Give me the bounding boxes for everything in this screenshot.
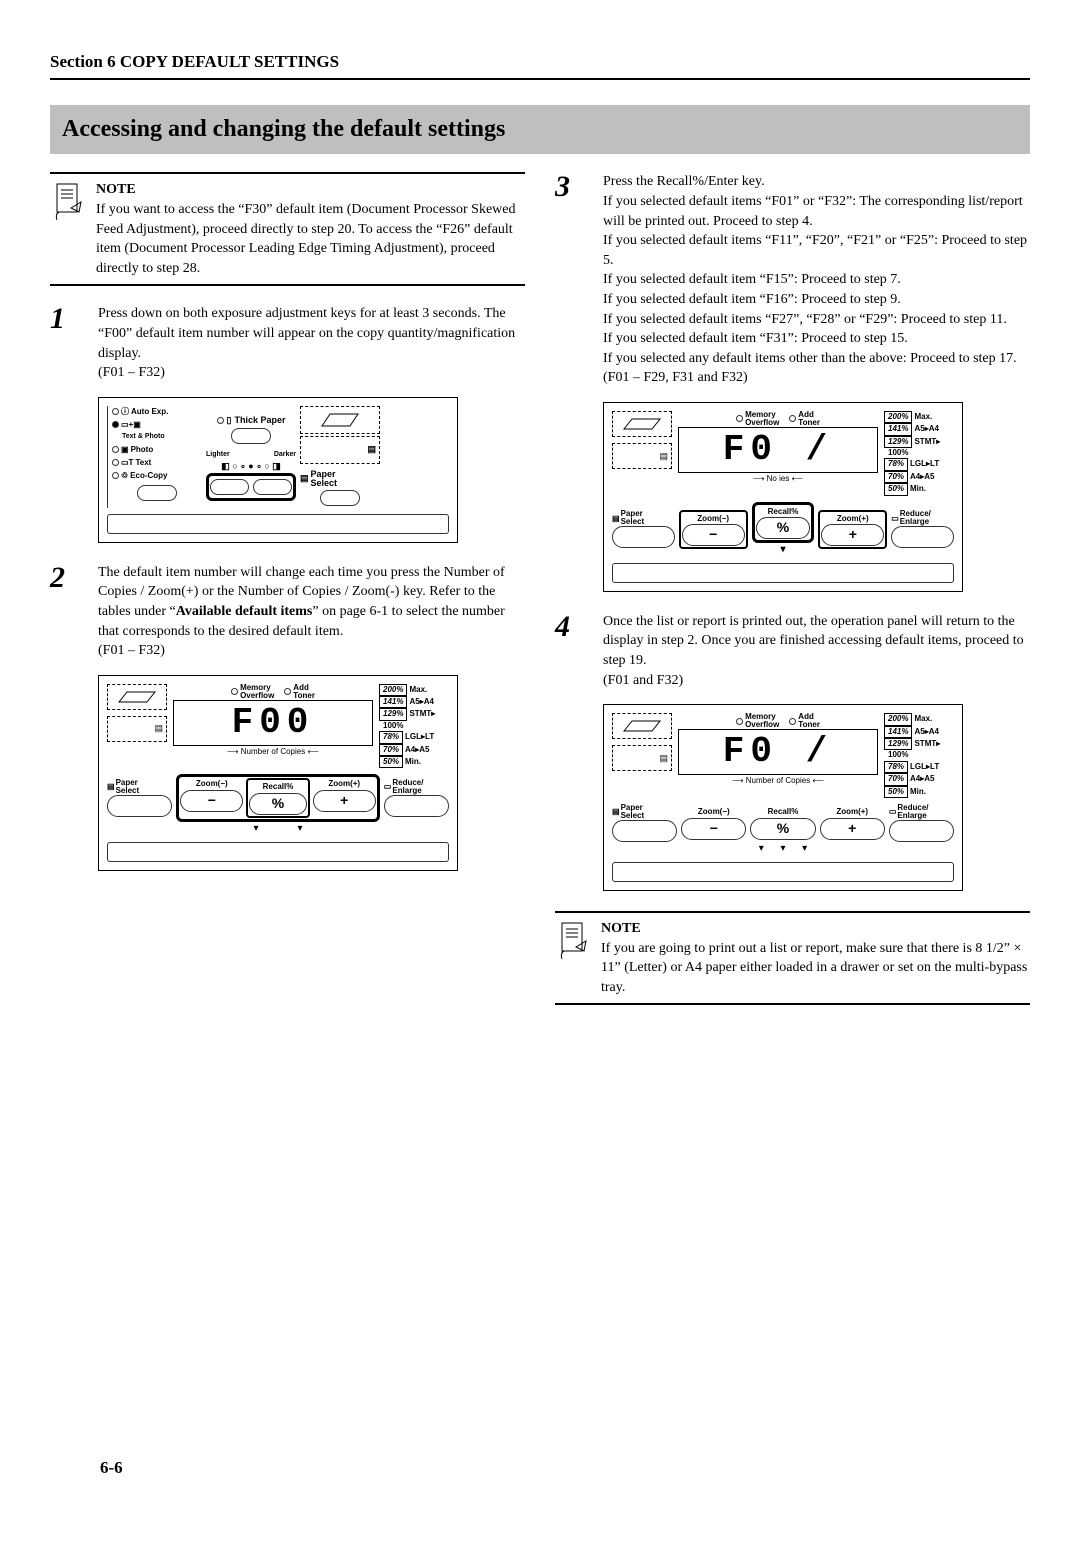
mode-photo: Photo: [131, 444, 154, 455]
section-header: Section 6 COPY DEFAULT SETTINGS: [50, 50, 1030, 80]
btn-zoom-minus: Zoom(−): [681, 806, 746, 817]
panel-illustration-3: ▤ Memory Overflow Add Toner F0 / ⟶ No ie…: [603, 402, 963, 592]
zoom-129: 129%: [379, 708, 407, 720]
panel-illustration-4: ▤ Memory Overflow Add Toner F0 / ⟶ Numbe…: [603, 704, 963, 891]
note-block-1: NOTE If you want to access the “F30” def…: [50, 172, 525, 286]
step-text-bold: Available default items: [176, 604, 313, 619]
s3l1: If you selected default items “F01” or “…: [603, 192, 1030, 231]
step-2: 2 The default item number will change ea…: [50, 563, 525, 661]
note-label: NOTE: [601, 919, 1030, 939]
step-1: 1 Press down on both exposure adjustment…: [50, 304, 525, 382]
step-text: Once the list or report is printed out, …: [603, 614, 1024, 668]
mode-text: Text: [135, 457, 151, 468]
lcd-display: F0 /: [678, 729, 878, 775]
zoom-min: Min.: [405, 757, 421, 766]
mode-textphoto: Text & Photo: [122, 432, 165, 442]
page-title: Accessing and changing the default setti…: [50, 105, 1030, 155]
step-number: 4: [555, 612, 585, 690]
step-text: Press down on both exposure adjustment k…: [98, 306, 515, 360]
btn-zoom-minus: Zoom(−): [682, 513, 745, 524]
note-text: If you want to access the “F30” default …: [96, 200, 525, 278]
note-block-2: NOTE If you are going to print out a lis…: [555, 911, 1030, 1005]
step-number: 2: [50, 563, 80, 661]
left-column: NOTE If you want to access the “F30” def…: [50, 172, 525, 1023]
panel-divider: [107, 514, 449, 534]
s3l5: If you selected default items “F27”, “F2…: [603, 310, 1030, 330]
s3l0: Press the Recall%/Enter key.: [603, 172, 1030, 192]
s3l7: If you selected any default items other …: [603, 349, 1030, 369]
zoom-50: 50%: [379, 756, 403, 768]
btn-zoom-plus: Zoom(+): [313, 778, 376, 789]
zoom-78: 78%: [379, 731, 403, 743]
btn-recall: Recall%: [756, 506, 811, 517]
paper-select-label: Paper Select: [311, 470, 338, 488]
page-number: 6-6: [100, 1456, 123, 1480]
note-label: NOTE: [96, 180, 525, 200]
btn-paper: Paper Select: [116, 779, 140, 795]
zoom-100: 100%: [379, 721, 449, 731]
note-text: If you are going to print out a list or …: [601, 939, 1030, 998]
panel-illustration-1: ⓘAuto Exp. ▭+▣ Text & Photo ▣Photo ▭TTex…: [98, 397, 458, 543]
s3l6: If you selected default item “F31”: Proc…: [603, 329, 1030, 349]
lcd-display: F0 /: [678, 427, 878, 473]
step-number: 1: [50, 304, 80, 382]
step-3: 3 Press the Recall%/Enter key. If you se…: [555, 172, 1030, 388]
btn-reduce: Reduce/ Enlarge: [392, 779, 423, 795]
step-range: (F01 – F32): [98, 643, 165, 658]
btn-zoom-plus: Zoom(+): [820, 806, 885, 817]
lighter-label: Lighter: [206, 450, 230, 460]
s3l2: If you selected default items “F11”, “F2…: [603, 231, 1030, 270]
step-range: (F01 – F32): [98, 365, 165, 380]
panel-illustration-2: ▤ Memory Overflow Add Toner F00 ⟶ Number…: [98, 675, 458, 871]
thick-button: [231, 428, 271, 444]
thick-paper-label: Thick Paper: [234, 414, 285, 427]
darker-label: Darker: [274, 450, 296, 460]
right-column: 3 Press the Recall%/Enter key. If you se…: [555, 172, 1030, 1023]
mode-auto: Auto Exp.: [131, 406, 168, 417]
zoom-max: Max.: [409, 685, 427, 694]
s3l3: If you selected default item “F15”: Proc…: [603, 270, 1030, 290]
step-number: 3: [555, 172, 585, 388]
dark-button: [253, 479, 292, 495]
note-icon: [555, 919, 591, 997]
zoom-70: 70%: [379, 744, 403, 756]
s3l4: If you selected default item “F16”: Proc…: [603, 290, 1030, 310]
btn-zoom-minus: Zoom(−): [180, 778, 243, 789]
s3l8: (F01 – F29, F31 and F32): [603, 368, 1030, 388]
paper-select-button: [320, 490, 360, 506]
lcd-display: F00: [173, 700, 373, 746]
zoom-141: 141%: [379, 696, 407, 708]
btn-recall: Recall%: [249, 781, 306, 792]
note-icon: [50, 180, 86, 278]
btn-zoom-plus: Zoom(+): [821, 513, 884, 524]
btn-recall: Recall%: [750, 806, 815, 817]
step-range: (F01 and F32): [603, 673, 683, 688]
mode-eco: Eco-Copy: [130, 470, 167, 481]
mode-button: [137, 485, 177, 501]
light-button: [210, 479, 249, 495]
num-copies-label: Number of Copies: [241, 747, 305, 756]
step-4: 4 Once the list or report is printed out…: [555, 612, 1030, 690]
zoom-200: 200%: [379, 684, 407, 696]
